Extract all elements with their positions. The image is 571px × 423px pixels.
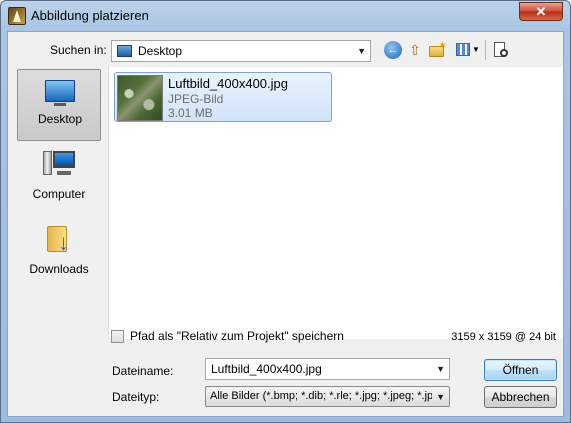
image-thumbnail <box>117 75 163 121</box>
title-bar[interactable]: Abbildung platzieren ✕ <box>1 1 570 31</box>
places-bar: Desktop Computer ↓ Downloads <box>11 67 108 339</box>
downloads-folder-icon: ↓ <box>47 222 75 254</box>
new-folder-icon[interactable]: ✶ <box>428 40 447 59</box>
resolution-info: 3159 x 3159 @ 24 bit <box>451 331 556 343</box>
place-downloads[interactable]: ↓ Downloads <box>17 220 101 292</box>
dialog-window: Abbildung platzieren ✕ Suchen in: Deskto… <box>0 0 571 423</box>
filename-input[interactable]: Luftbild_400x400.jpg ▼ <box>205 358 450 380</box>
place-label: Downloads <box>29 262 89 276</box>
filetype-dropdown[interactable]: Alle Bilder (*.bmp; *.dib; *.rle; *.jpg;… <box>205 386 450 407</box>
toolbar-separator <box>485 40 486 60</box>
window-title: Abbildung platzieren <box>31 8 149 23</box>
filename-value: Luftbild_400x400.jpg <box>211 362 322 376</box>
file-list[interactable]: Luftbild_400x400.jpg JPEG-Bild 3.01 MB <box>108 67 563 339</box>
desktop-icon <box>117 45 132 57</box>
preview-icon[interactable] <box>492 41 510 59</box>
computer-icon <box>43 149 77 179</box>
file-size: 3.01 MB <box>168 106 213 120</box>
close-button[interactable]: ✕ <box>519 2 563 21</box>
cancel-button[interactable]: Abbrechen <box>484 386 557 408</box>
views-menu-icon[interactable]: ▼ <box>456 41 480 59</box>
file-name: Luftbild_400x400.jpg <box>168 76 288 91</box>
file-type: JPEG-Bild <box>168 92 224 106</box>
place-desktop[interactable]: Desktop <box>17 69 101 141</box>
lookin-value: Desktop <box>138 44 183 58</box>
filetype-value: Alle Bilder (*.bmp; *.dib; *.rle; *.jpg;… <box>210 390 432 402</box>
filename-label: Dateiname: <box>112 364 174 378</box>
back-icon[interactable]: ← <box>384 41 402 59</box>
desktop-icon <box>45 80 75 106</box>
spark-icon: ✶ <box>438 40 448 52</box>
chevron-down-icon[interactable]: ▼ <box>436 364 445 374</box>
file-item[interactable]: Luftbild_400x400.jpg JPEG-Bild 3.01 MB <box>114 72 332 122</box>
place-label: Desktop <box>37 112 83 126</box>
lookin-dropdown[interactable]: Desktop ▼ <box>111 40 371 62</box>
dialog-client-area: Suchen in: Desktop ▼ ← ⇧ ✶ ▼ Desktop Com… <box>7 31 564 417</box>
open-button[interactable]: Öffnen <box>484 359 557 381</box>
place-computer[interactable]: Computer <box>17 145 101 217</box>
relative-path-label[interactable]: Pfad als "Relativ zum Projekt" speichern <box>130 329 344 343</box>
chevron-down-icon: ▼ <box>436 392 445 402</box>
grid-icon <box>456 43 470 56</box>
chevron-down-icon: ▼ <box>357 46 366 56</box>
relative-path-checkbox[interactable] <box>111 330 124 343</box>
magnifier-icon <box>500 49 508 57</box>
lookin-label: Suchen in: <box>50 43 107 57</box>
app-icon <box>8 7 26 25</box>
place-label: Computer <box>32 187 86 201</box>
up-folder-icon[interactable]: ⇧ <box>406 41 424 59</box>
chevron-down-icon: ▼ <box>472 45 480 54</box>
filetype-label: Dateityp: <box>112 390 160 404</box>
